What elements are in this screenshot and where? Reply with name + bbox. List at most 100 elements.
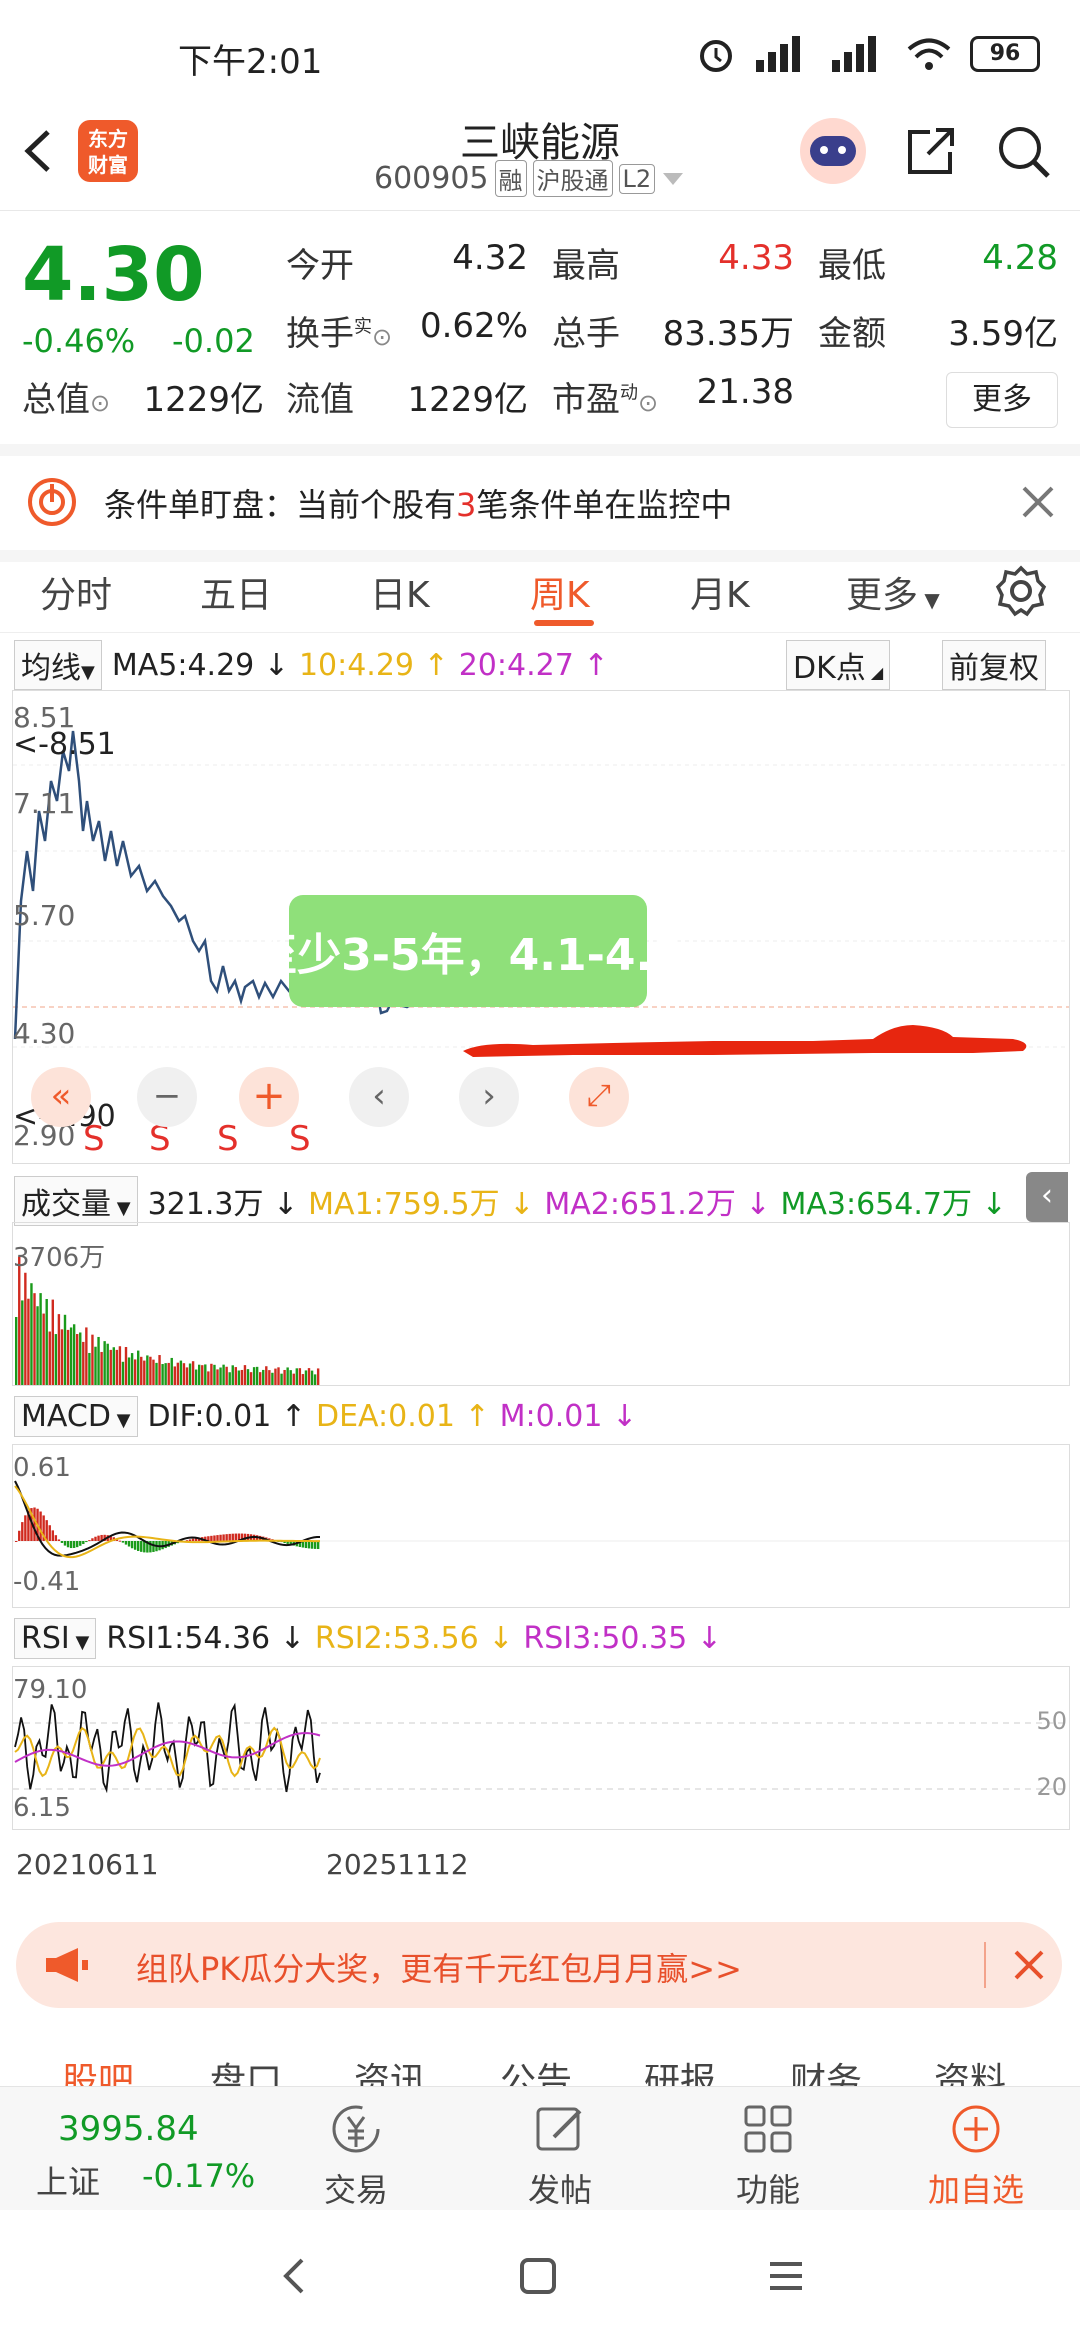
volume-bar bbox=[69, 1327, 73, 1385]
volume-bar bbox=[246, 1369, 250, 1385]
search-icon[interactable] bbox=[994, 122, 1054, 182]
volume-bar bbox=[121, 1361, 125, 1385]
macd-bar bbox=[48, 1525, 51, 1541]
price-chart[interactable]: 8.51 <-8.51 7.11 5.70 4.30 2.90 <-2.90 至… bbox=[12, 690, 1070, 1164]
tab-guba[interactable]: 股吧 bbox=[62, 2052, 134, 2090]
volume-bar bbox=[85, 1327, 88, 1385]
macd-bar bbox=[33, 1507, 36, 1541]
macd-bar bbox=[39, 1511, 42, 1541]
cursor-date: 20251112 bbox=[326, 1848, 469, 1881]
volume-chart-svg bbox=[15, 1256, 320, 1385]
macd-bar bbox=[18, 1530, 21, 1541]
dk-point-toggle[interactable]: DK点 ◢ bbox=[786, 640, 891, 690]
close-icon[interactable] bbox=[1020, 484, 1056, 520]
macd-bar bbox=[140, 1541, 143, 1552]
macd-chart[interactable]: 0.61 -0.41 bbox=[12, 1444, 1070, 1608]
volume-bar bbox=[170, 1357, 173, 1385]
index-value[interactable]: 3995.84 bbox=[58, 2109, 199, 2149]
open-value: 4.32 bbox=[452, 238, 528, 278]
volume-bar bbox=[198, 1364, 201, 1385]
tab-announcements[interactable]: 公告 bbox=[500, 2052, 572, 2090]
condition-order-notice[interactable]: 条件单盯盘：当前个股有3笔条件单在监控中 bbox=[0, 444, 1080, 562]
tab-monthly-k[interactable]: 月K bbox=[690, 566, 750, 618]
macd-bar bbox=[225, 1534, 228, 1541]
scroll-left-icon[interactable]: ‹ bbox=[349, 1067, 409, 1127]
tab-finance[interactable]: 财务 bbox=[790, 2052, 862, 2090]
volume-bar bbox=[72, 1324, 76, 1385]
pen-stroke-annotation bbox=[463, 1025, 1027, 1057]
rsi-chart[interactable]: 79.10 6.15 50 20 bbox=[12, 1666, 1070, 1830]
yen-cycle-icon bbox=[332, 2105, 380, 2153]
rsi-dropdown[interactable]: RSI ▼ bbox=[14, 1618, 97, 1659]
more-quote-button[interactable]: 更多 bbox=[946, 372, 1058, 428]
rsi2-value: RSI2:53.56 ↓ bbox=[314, 1621, 514, 1656]
volume-bar bbox=[179, 1360, 183, 1385]
high-label: 最高 bbox=[552, 246, 620, 286]
rewind-icon[interactable]: « bbox=[31, 1067, 91, 1127]
gear-icon[interactable] bbox=[994, 564, 1048, 618]
tab-news[interactable]: 资讯 bbox=[354, 2052, 426, 2090]
volume-bar bbox=[298, 1368, 302, 1385]
volume-bar bbox=[301, 1374, 305, 1385]
macd-m: M:0.01 ↓ bbox=[499, 1399, 638, 1434]
volume-bar bbox=[182, 1363, 186, 1385]
turnover-label[interactable]: 换手实⊙ bbox=[286, 306, 392, 355]
volume-bar bbox=[295, 1368, 298, 1385]
volume-dropdown[interactable]: 成交量 ▼ bbox=[14, 1176, 138, 1226]
mktcap-label[interactable]: 总值⊙ bbox=[22, 372, 110, 421]
volume-bar bbox=[42, 1313, 45, 1385]
tab-weekly-k[interactable]: 周K bbox=[530, 566, 590, 618]
tab-order-book[interactable]: 盘口 bbox=[210, 2052, 282, 2090]
volume-bar bbox=[222, 1364, 225, 1385]
change-percent: -0.46% bbox=[22, 322, 136, 360]
sell-signal: S bbox=[83, 1119, 105, 1159]
nav-back-icon[interactable] bbox=[276, 2254, 312, 2298]
macd-bar bbox=[85, 1541, 88, 1543]
pe-label[interactable]: 市盈动⊙ bbox=[552, 372, 658, 421]
macd-bar bbox=[130, 1541, 134, 1549]
macd-bar bbox=[51, 1530, 54, 1541]
volume-chart[interactable]: 3706万 bbox=[12, 1222, 1070, 1386]
volume-bar bbox=[292, 1373, 295, 1385]
ma-dropdown[interactable]: 均线▼ bbox=[14, 640, 102, 690]
assistant-avatar[interactable] bbox=[800, 118, 866, 184]
post-button[interactable]: 发帖 bbox=[500, 2101, 620, 2211]
volume-bar bbox=[210, 1363, 213, 1385]
chevron-down-icon[interactable] bbox=[661, 169, 685, 189]
tab-intraday[interactable]: 分时 bbox=[40, 566, 112, 618]
promo-banner[interactable]: 组队PK瓜分大奖，更有千元红包月月赢>> bbox=[16, 1922, 1062, 2008]
functions-button[interactable]: 功能 bbox=[708, 2101, 828, 2211]
volume-bar bbox=[274, 1368, 277, 1385]
volume-bar bbox=[18, 1256, 21, 1385]
zoom-in-icon[interactable]: + bbox=[239, 1067, 299, 1127]
tab-daily-k[interactable]: 日K bbox=[370, 566, 430, 618]
zoom-out-icon[interactable]: − bbox=[137, 1067, 197, 1127]
ma-indicator-row: 均线▼ MA5:4.29 ↓ 10:4.29 ↑ 20:4.27 ↑ bbox=[14, 640, 608, 690]
expand-icon[interactable]: ⤢ bbox=[569, 1067, 629, 1127]
close-icon[interactable] bbox=[1012, 1948, 1046, 1982]
y-label-2: 7.11 bbox=[13, 787, 76, 820]
start-date: 20210611 bbox=[16, 1848, 159, 1881]
share-icon[interactable] bbox=[900, 122, 960, 182]
macd-bar bbox=[313, 1541, 317, 1549]
nav-home-icon[interactable] bbox=[518, 2256, 558, 2296]
volume-bar bbox=[194, 1369, 198, 1385]
adjust-mode-button[interactable]: 前复权 bbox=[942, 640, 1046, 690]
scroll-right-icon[interactable]: › bbox=[459, 1067, 519, 1127]
collapse-panel-icon[interactable]: ‹ bbox=[1026, 1172, 1068, 1222]
dif-line bbox=[14, 1480, 321, 1557]
nav-menu-icon[interactable] bbox=[766, 2258, 806, 2294]
volume-bar bbox=[39, 1293, 42, 1385]
add-watchlist-button[interactable]: 加自选 bbox=[916, 2101, 1036, 2211]
trade-button[interactable]: 交易 bbox=[296, 2101, 416, 2211]
text-annotation[interactable]: 至少3-5年，4.1-4.5 bbox=[253, 895, 683, 1007]
stock-code: 600905 bbox=[374, 161, 489, 196]
info-icon: ⊙ bbox=[90, 389, 111, 417]
tab-research[interactable]: 研报 bbox=[644, 2052, 716, 2090]
volume-bar bbox=[289, 1370, 292, 1385]
tab-profile[interactable]: 资料 bbox=[934, 2052, 1006, 2090]
tab-more[interactable]: 更多 ▼ bbox=[846, 566, 940, 618]
macd-dropdown[interactable]: MACD ▼ bbox=[14, 1396, 138, 1437]
rsi1-line bbox=[14, 1702, 321, 1794]
tab-five-day[interactable]: 五日 bbox=[200, 566, 272, 618]
